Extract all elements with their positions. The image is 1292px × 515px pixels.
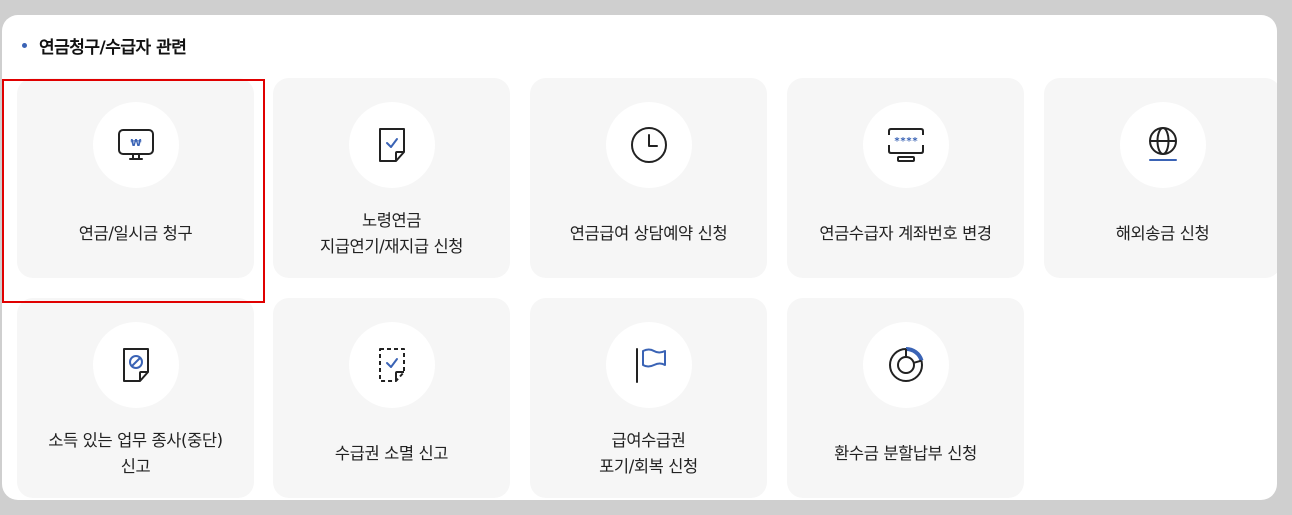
section-title: 연금청구/수급자 관련 <box>39 38 187 58</box>
card-label: 연금/일시금 청구 <box>21 208 250 260</box>
card-label-line: 신고 <box>120 457 151 476</box>
icon-circle <box>348 322 435 408</box>
icon-circle <box>862 322 949 408</box>
bullet-icon <box>22 43 27 48</box>
card-label-line: 소득 있는 업무 종사(중단) <box>48 431 223 450</box>
card-counseling-reservation[interactable]: 연금급여 상담예약 신청 <box>530 78 767 278</box>
icon-circle <box>348 102 435 188</box>
pension-claim-panel: 연금청구/수급자 관련 ₩ 연금/일시금 청구 노령연금 지급연기/재지급 신청 <box>2 15 1277 500</box>
icon-circle <box>92 322 179 408</box>
globe-icon <box>1148 127 1177 161</box>
card-pension-lump-sum-claim[interactable]: ₩ 연금/일시금 청구 <box>17 78 254 278</box>
document-stop-icon <box>122 348 149 382</box>
icon-circle: **** <box>862 102 949 188</box>
icon-circle <box>605 102 692 188</box>
card-account-number-change[interactable]: **** 연금수급자 계좌번호 변경 <box>787 78 1024 278</box>
section-header: 연금청구/수급자 관련 <box>22 33 187 58</box>
svg-text:****: **** <box>893 136 917 147</box>
clock-icon <box>630 127 667 163</box>
card-label-line: 연금급여 상담예약 신청 <box>569 224 728 243</box>
card-old-age-pension-deferral[interactable]: 노령연금 지급연기/재지급 신청 <box>273 78 510 278</box>
card-label: 연금수급자 계좌번호 변경 <box>791 208 1020 260</box>
card-label-line: 환수금 분할납부 신청 <box>834 444 977 463</box>
card-label-line: 수급권 소멸 신고 <box>334 444 449 463</box>
dashed-document-check-icon <box>378 348 405 382</box>
card-label: 환수금 분할납부 신청 <box>791 428 1020 480</box>
card-benefit-waiver-recovery[interactable]: 급여수급권 포기/회복 신청 <box>530 298 767 498</box>
document-check-icon <box>378 128 405 162</box>
svg-text:₩: ₩ <box>130 138 141 149</box>
card-label: 소득 있는 업무 종사(중단) 신고 <box>21 428 250 480</box>
card-label-line: 해외송금 신청 <box>1115 224 1210 243</box>
monitor-won-icon: ₩ <box>117 129 154 160</box>
icon-circle <box>1119 102 1206 188</box>
card-label: 급여수급권 포기/회복 신청 <box>534 428 763 480</box>
card-overseas-remittance[interactable]: 해외송금 신청 <box>1044 78 1277 278</box>
card-label-line: 급여수급권 <box>611 431 686 450</box>
icon-circle: ₩ <box>92 102 179 188</box>
flag-icon <box>635 348 666 383</box>
donut-chart-icon <box>888 346 923 382</box>
icon-circle <box>605 322 692 408</box>
card-label: 연금급여 상담예약 신청 <box>534 208 763 260</box>
card-label: 노령연금 지급연기/재지급 신청 <box>277 208 506 260</box>
card-label-line: 지급연기/재지급 신청 <box>319 237 464 256</box>
card-label: 해외송금 신청 <box>1048 208 1277 260</box>
card-label-line: 포기/회복 신청 <box>599 457 698 476</box>
card-installment-repayment[interactable]: 환수금 분할납부 신청 <box>787 298 1024 498</box>
card-label-line: 연금/일시금 청구 <box>78 224 193 243</box>
card-label: 수급권 소멸 신고 <box>277 428 506 480</box>
card-label-line: 노령연금 <box>361 211 422 230</box>
card-income-work-report[interactable]: 소득 있는 업무 종사(중단) 신고 <box>17 298 254 498</box>
card-label-line: 연금수급자 계좌번호 변경 <box>819 224 992 243</box>
password-monitor-icon: **** <box>887 128 924 162</box>
card-entitlement-extinction-report[interactable]: 수급권 소멸 신고 <box>273 298 510 498</box>
